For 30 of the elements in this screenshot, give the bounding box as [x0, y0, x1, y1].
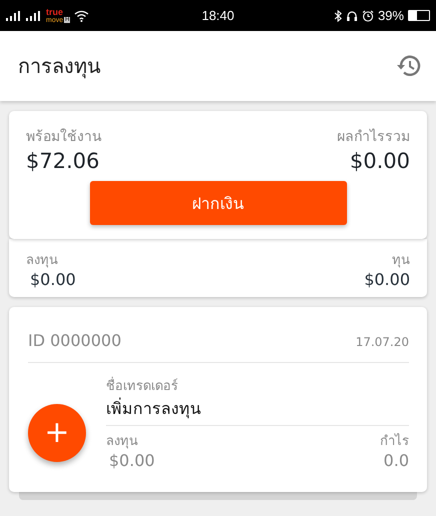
field-label: ลงทุน [26, 252, 58, 270]
field-label: ผลกำไรรวม [337, 128, 410, 147]
field-label: ลงทุน [106, 433, 138, 451]
capital-value: $0.00 [363, 270, 410, 289]
alarm-icon [362, 10, 374, 22]
invested-value: $0.00 [108, 451, 155, 470]
add-button[interactable]: + [28, 404, 86, 462]
profit-value: 0.0 [382, 451, 409, 470]
balance-value: $72.06 [26, 149, 100, 173]
page-title: การลงทุน [18, 53, 101, 80]
invested-value: $0.00 [29, 270, 76, 289]
field-label: ชื่อเทรดเดอร์ [106, 375, 409, 396]
battery-icon [408, 10, 430, 21]
signal-icon [6, 10, 22, 20]
history-icon[interactable] [396, 54, 422, 78]
carrier-name: true [46, 8, 64, 16]
field-label: กำไร [380, 432, 409, 451]
bluetooth-icon [334, 10, 342, 22]
battery-percent: 39% [378, 8, 404, 23]
field-label: ทุน [392, 252, 410, 270]
signal-icon [26, 10, 42, 20]
add-investment-text[interactable]: เพิ่มการลงทุน [106, 396, 409, 426]
field-label: พร้อมใช้งาน [26, 128, 102, 147]
profit-value: $0.00 [350, 149, 410, 173]
clock: 18:40 [202, 8, 234, 23]
investment-id: ID 0000000 [28, 331, 122, 350]
deposit-button[interactable]: ฝากเงิน [90, 181, 346, 225]
investment-date: 17.07.20 [356, 335, 409, 349]
headset-icon [346, 10, 358, 22]
wifi-icon [74, 10, 90, 22]
